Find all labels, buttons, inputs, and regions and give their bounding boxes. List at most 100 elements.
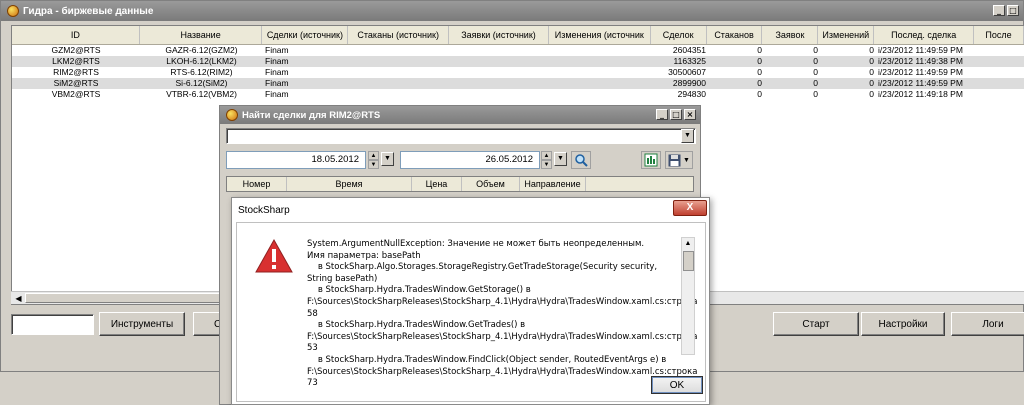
cell-id: VBM2@RTS [51,89,101,99]
cell-name: Si-6.12(SiM2) [175,78,228,88]
cell-trades: 294830 [677,89,706,99]
cell-id: RIM2@RTS [53,67,99,77]
cell-last-trade: i/23/2012 11:49:18 PM [878,89,963,99]
cell-depths: 0 [757,89,762,99]
instruments-button[interactable]: Инструменты [99,312,185,336]
col-header-trades[interactable]: Сделок [651,26,707,44]
cell-name: LKOH-6.12(LKM2) [166,56,237,66]
table-row[interactable]: GZM2@RTS GAZR-6.12(GZM2) Finam 2604351 0… [12,45,1024,56]
scroll-left-icon[interactable]: ◀ [13,293,24,304]
cell-orders: 0 [813,78,818,88]
message-vertical-scrollbar[interactable]: ▲ [681,237,695,355]
date-from-stepper[interactable]: ▲ ▼ [368,151,379,169]
date-from-calendar-icon[interactable]: ▼ [381,152,394,166]
date-from-field[interactable]: 18.05.2012 [226,151,366,169]
error-message-text: System.ArgumentNullException: Значение н… [307,239,698,389]
search-icon [575,154,588,167]
floppy-disk-icon [668,154,681,166]
cell-orders: 0 [813,45,818,55]
cell-name: VTBR-6.12(VBM2) [166,89,237,99]
table-row[interactable]: VBM2@RTS VTBR-6.12(VBM2) Finam 294830 0 … [12,89,1024,100]
col-header-prev[interactable]: После [974,26,1024,44]
hydra-app-icon [7,5,19,17]
filter-input[interactable] [11,314,94,335]
hydra-app-icon [226,109,238,121]
error-dialog-titlebar[interactable]: StockSharp X [232,198,709,222]
save-button[interactable]: ▼ [665,151,693,169]
chart-icon [644,153,658,167]
col-header-trades-source[interactable]: Сделки (источник) [262,26,349,44]
cell-last-trade: i/23/2012 11:49:59 PM [878,45,963,55]
col-header-orders[interactable]: Заявок [762,26,819,44]
cell-orders: 0 [813,67,818,77]
cell-name: GAZR-6.12(GZM2) [165,45,238,55]
logs-button[interactable]: Логи [951,312,1024,336]
main-window-title: Гидра - биржевые данные [23,5,154,17]
cell-source: Finam [265,89,289,99]
warning-icon [255,239,293,273]
cell-source: Finam [265,45,289,55]
scroll-thumb[interactable] [683,251,694,271]
minimize-button[interactable]: _ [656,109,668,120]
col-header-volume[interactable]: Объем [462,177,520,191]
cell-source: Finam [265,67,289,77]
date-to-field[interactable]: 26.05.2012 [400,151,540,169]
find-trades-title: Найти сделки для RIM2@RTS [242,109,381,121]
security-select[interactable] [226,128,696,144]
cell-orders: 0 [813,56,818,66]
col-header-depths-source[interactable]: Стаканы (источник) [348,26,450,44]
search-button[interactable] [571,151,591,169]
cell-name: RTS-6.12(RIM2) [170,67,233,77]
chevron-down-icon: ▼ [683,156,690,164]
cell-changes: 0 [869,67,874,77]
cell-depths: 0 [757,45,762,55]
col-header-changes-source[interactable]: Изменения (источник [549,26,651,44]
col-header-changes[interactable]: Изменений [818,26,875,44]
table-row[interactable]: LKM2@RTS LKOH-6.12(LKM2) Finam 1163325 0… [12,56,1024,67]
settings-button[interactable]: Настройки [861,312,945,336]
find-trades-titlebar[interactable]: Найти сделки для RIM2@RTS _ □ × [220,106,700,124]
chevron-down-icon[interactable]: ▼ [681,129,694,143]
date-to-stepper[interactable]: ▲ ▼ [541,151,552,169]
table-row[interactable]: SiM2@RTS Si-6.12(SiM2) Finam 2899900 0 0… [12,78,1024,89]
col-header-price[interactable]: Цена [412,177,462,191]
close-button[interactable]: × [684,109,696,120]
scroll-up-icon[interactable]: ▲ [682,238,694,250]
maximize-button[interactable]: □ [1007,5,1019,16]
cell-depths: 0 [757,56,762,66]
col-header-last-trade[interactable]: Послед. сделка [874,26,975,44]
cell-id: SiM2@RTS [53,78,99,88]
error-dialog: StockSharp X System.ArgumentNullExceptio… [231,197,710,405]
cell-orders: 0 [813,89,818,99]
cell-id: GZM2@RTS [51,45,101,55]
cell-last-trade: i/23/2012 11:49:38 PM [878,56,963,66]
cell-depths: 0 [757,67,762,77]
date-to-calendar-icon[interactable]: ▼ [554,152,567,166]
start-button[interactable]: Старт [773,312,859,336]
minimize-button[interactable]: _ [993,5,1005,16]
cell-trades: 2604351 [672,45,706,55]
cell-trades: 2899900 [672,78,706,88]
cell-depths: 0 [757,78,762,88]
table-row[interactable]: RIM2@RTS RTS-6.12(RIM2) Finam 30500607 0… [12,67,1024,78]
col-header-depths[interactable]: Стаканов [707,26,763,44]
cell-source: Finam [265,56,289,66]
cell-trades: 1163325 [673,56,706,66]
col-header-name[interactable]: Название [140,26,263,44]
col-header-number[interactable]: Номер [227,177,287,191]
main-titlebar[interactable]: Гидра - биржевые данные _ □ [1,1,1023,21]
col-header-orders-source[interactable]: Заявки (источник) [449,26,549,44]
cell-changes: 0 [869,78,874,88]
cell-source: Finam [265,78,289,88]
cell-last-trade: i/23/2012 11:49:59 PM [878,67,963,77]
scroll-thumb[interactable] [25,293,225,303]
cell-changes: 0 [869,56,874,66]
export-excel-button[interactable] [641,151,661,169]
maximize-button[interactable]: □ [670,109,682,120]
col-header-id[interactable]: ID [12,26,140,44]
cell-trades: 30500607 [668,67,706,77]
close-button[interactable]: X [673,200,707,216]
col-header-time[interactable]: Время [287,177,412,191]
col-header-direction[interactable]: Направление [520,177,586,191]
ok-button[interactable]: OK [651,376,703,394]
